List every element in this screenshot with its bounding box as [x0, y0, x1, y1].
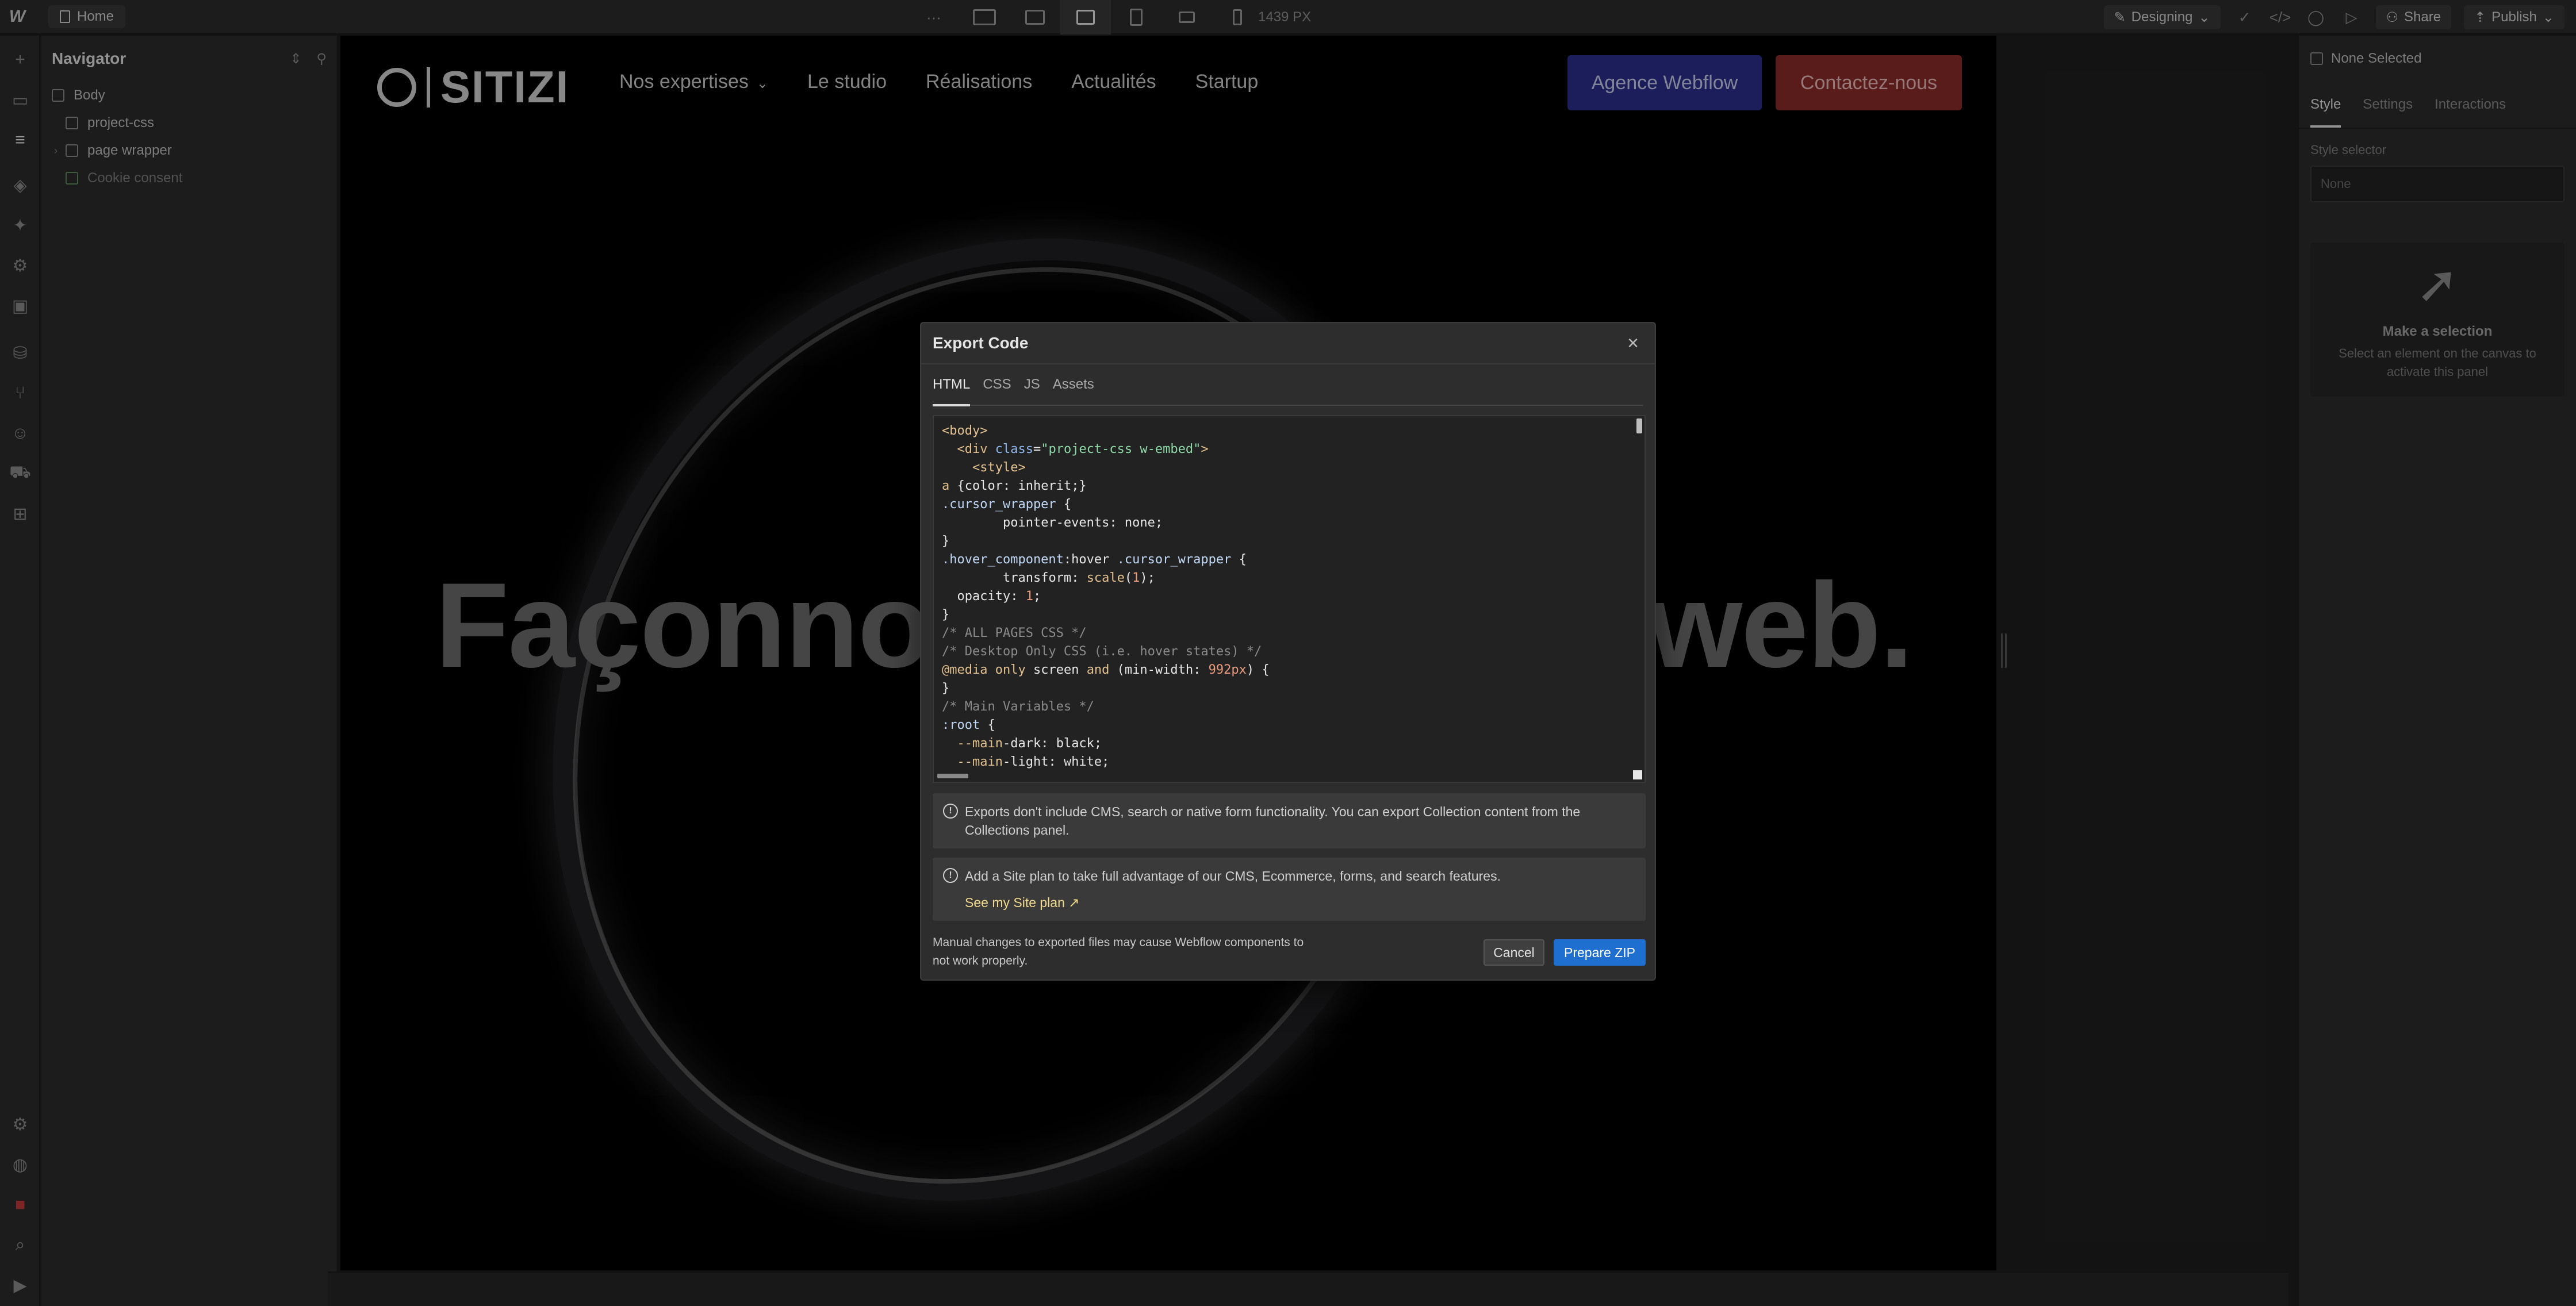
tab-html[interactable]: HTML	[933, 377, 971, 406]
info-icon: !	[943, 804, 958, 819]
export-tabs: HTML CSS JS Assets	[933, 364, 1643, 406]
export-warning-text: Exports don't include CMS, search or nat…	[965, 804, 1581, 838]
site-plan-link[interactable]: See my Site plan ↗	[965, 893, 1080, 912]
modal-header: Export Code ×	[921, 323, 1655, 364]
horizontal-scrollbar[interactable]	[937, 774, 968, 778]
code-viewer[interactable]: <body> <div class="project-css w-embed">…	[933, 415, 1646, 783]
modal-footer-text: Manual changes to exported files may cau…	[933, 936, 1304, 967]
modal-title: Export Code	[933, 334, 1029, 352]
close-icon[interactable]: ×	[1623, 332, 1643, 354]
info-icon: !	[943, 868, 958, 883]
code-content: <body> <div class="project-css w-embed">…	[942, 424, 1270, 769]
tab-js[interactable]: JS	[1024, 377, 1040, 393]
site-plan-note: ! Add a Site plan to take full advantage…	[933, 858, 1646, 921]
tab-assets[interactable]: Assets	[1053, 377, 1094, 393]
resize-corner[interactable]	[1633, 770, 1642, 779]
site-plan-text: Add a Site plan to take full advantage o…	[965, 869, 1501, 884]
export-warning-note: ! Exports don't include CMS, search or n…	[933, 793, 1646, 848]
export-code-modal: Export Code × HTML CSS JS Assets <body> …	[920, 322, 1656, 981]
prepare-zip-button[interactable]: Prepare ZIP	[1554, 939, 1646, 966]
cancel-button[interactable]: Cancel	[1483, 939, 1544, 966]
vertical-scrollbar[interactable]	[1636, 418, 1642, 433]
tab-css[interactable]: CSS	[983, 377, 1011, 393]
